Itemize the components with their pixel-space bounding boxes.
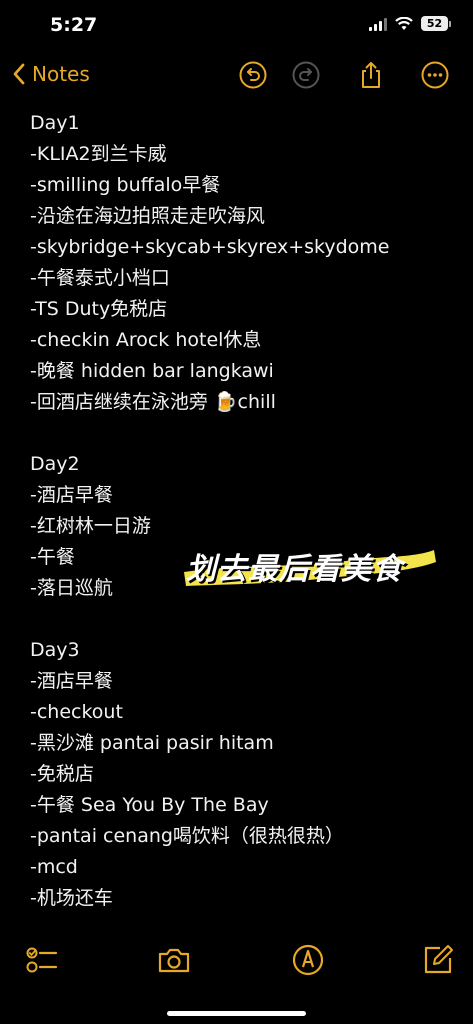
status-time: 5:27 bbox=[50, 14, 98, 36]
camera-icon[interactable] bbox=[156, 942, 192, 978]
share-icon[interactable] bbox=[356, 60, 386, 90]
compose-icon[interactable] bbox=[420, 942, 456, 978]
note-line: -回酒店继续在泳池旁 🍺chill bbox=[30, 391, 276, 413]
note-line: -黑沙滩 pantai pasir hitam bbox=[30, 732, 274, 754]
back-label: Notes bbox=[32, 62, 90, 86]
note-line: -午餐泰式小档口 bbox=[30, 267, 170, 289]
status-bar: 5:27 52 bbox=[0, 0, 473, 52]
note-line: -skybridge+skycab+skyrex+skydome bbox=[30, 236, 390, 258]
wifi-icon bbox=[395, 16, 413, 30]
checklist-icon[interactable] bbox=[24, 942, 60, 978]
note-line: -晚餐 hidden bar langkawi bbox=[30, 360, 274, 382]
note-line: -checkin Arock hotel休息 bbox=[30, 329, 262, 351]
battery-level: 52 bbox=[421, 16, 448, 31]
signal-icon bbox=[369, 17, 387, 31]
note-line: -沿途在海边拍照走走吹海风 bbox=[30, 205, 265, 227]
note-line: -mcd bbox=[30, 856, 78, 878]
note-line: -pantai cenang喝饮料（很热很热） bbox=[30, 825, 344, 847]
note-line: -酒店早餐 bbox=[30, 670, 113, 692]
back-button[interactable]: Notes bbox=[12, 62, 90, 86]
nav-bar: Notes bbox=[0, 56, 473, 100]
note-line: -酒店早餐 bbox=[30, 484, 113, 506]
home-indicator[interactable] bbox=[167, 1011, 306, 1016]
status-icons: 52 bbox=[369, 16, 451, 31]
note-line: Day1 bbox=[30, 112, 80, 134]
chevron-left-icon bbox=[13, 63, 25, 85]
note-body[interactable]: Day1 -KLIA2到兰卡威 -smilling buffalo早餐 -沿途在… bbox=[30, 108, 453, 914]
note-line: -TS Duty免税店 bbox=[30, 298, 168, 320]
more-icon[interactable] bbox=[420, 60, 450, 90]
overlay-sticker: 划去最后看美食 bbox=[178, 538, 440, 588]
redo-icon[interactable] bbox=[291, 60, 321, 90]
note-line: -KLIA2到兰卡威 bbox=[30, 143, 167, 165]
note-line: Day3 bbox=[30, 639, 80, 661]
note-line: -smilling buffalo早餐 bbox=[30, 174, 221, 196]
note-line: -机场还车 bbox=[30, 887, 113, 909]
bottom-toolbar bbox=[0, 942, 473, 982]
note-line: -免税店 bbox=[30, 763, 94, 785]
note-line: -checkout bbox=[30, 701, 123, 723]
note-line: Day2 bbox=[30, 453, 80, 475]
note-line: -午餐 Sea You By The Bay bbox=[30, 794, 269, 816]
battery-icon: 52 bbox=[421, 16, 451, 31]
sticker-text: 划去最后看美食 bbox=[186, 552, 403, 587]
markup-icon[interactable] bbox=[290, 942, 326, 978]
undo-icon[interactable] bbox=[238, 60, 268, 90]
